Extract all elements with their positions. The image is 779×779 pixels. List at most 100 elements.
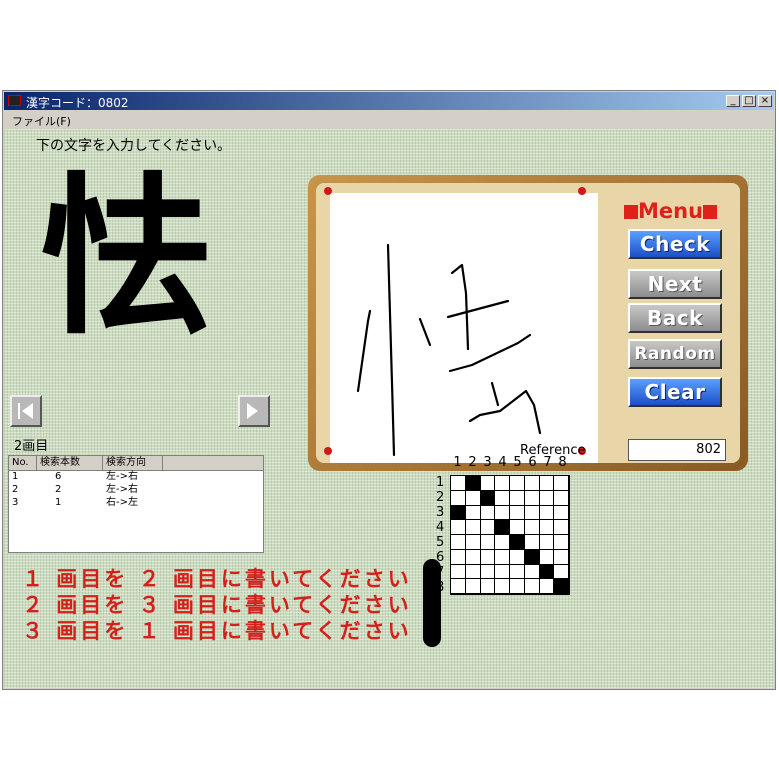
- client-area: 下の文字を入力してください。 怯 Menu Check Next Back Ra…: [4, 129, 774, 688]
- grid-cell: [554, 564, 569, 580]
- grid-row-label: 3: [436, 505, 445, 520]
- grid-cell: [524, 476, 540, 491]
- menu-heading: Menu: [624, 199, 718, 223]
- grid-cell: [480, 564, 496, 580]
- menu-file[interactable]: ファイル(F): [12, 113, 71, 129]
- table-cell: 左->右: [106, 471, 138, 482]
- grid-row-label: 4: [436, 520, 445, 535]
- reference-grid: [450, 475, 570, 595]
- minimize-button[interactable]: _: [726, 95, 740, 107]
- grid-cell: [554, 476, 569, 491]
- board-surface: Menu Check Next Back Random Clear 802: [316, 183, 740, 463]
- grid-cell: [465, 579, 481, 594]
- left-arrow-icon: [18, 403, 33, 419]
- grid-cell: [495, 490, 510, 506]
- grid-cell: [524, 520, 540, 535]
- table-row[interactable]: 3 1 右->左: [9, 497, 263, 510]
- grid-cell: [495, 579, 510, 594]
- grid-row-label: 2: [436, 490, 445, 505]
- grid-cell: [495, 476, 510, 491]
- corner-pin: [578, 187, 586, 195]
- grid-row-label: 5: [436, 535, 445, 550]
- scroll-handle[interactable]: [423, 559, 441, 647]
- grid-cell: [465, 564, 481, 580]
- table-cell: 3: [12, 497, 19, 508]
- grid-cell: [495, 564, 510, 580]
- grid-cell: [510, 490, 525, 506]
- grid-cell: [524, 505, 540, 521]
- grid-cell: [465, 520, 481, 535]
- grid-col-label: 7: [543, 455, 552, 470]
- grid-cell: [539, 579, 555, 594]
- grid-col-label: 6: [528, 455, 537, 470]
- grid-cell: [510, 579, 525, 594]
- handwriting-canvas[interactable]: [330, 193, 598, 463]
- grid-cell: [465, 535, 481, 550]
- app-icon: [8, 95, 21, 106]
- grid-cell: [480, 549, 496, 565]
- random-button[interactable]: Random: [628, 339, 722, 369]
- stroke-table: No. 検索本数 検索方向 1 6 左->右 2 2 左->右 3 1 右->左: [8, 455, 264, 553]
- corner-pin: [324, 187, 332, 195]
- maximize-button[interactable]: □: [742, 95, 756, 107]
- grid-col-label: 8: [558, 455, 567, 470]
- next-page-button[interactable]: [238, 395, 270, 427]
- grid-cell: [495, 505, 510, 521]
- grid-cell: [465, 505, 481, 521]
- grid-row-label: 1: [436, 475, 445, 490]
- grid-cell: [554, 535, 569, 550]
- window-title: 漢字コード：0802: [26, 96, 129, 110]
- grid-cell: [465, 549, 481, 565]
- grid-cell: [539, 549, 555, 565]
- grid-cell: [524, 579, 540, 594]
- grid-cell: [539, 490, 555, 506]
- menu-square-icon: [624, 205, 638, 219]
- grid-cell: [480, 520, 496, 535]
- back-button[interactable]: Back: [628, 303, 722, 333]
- grid-cell: [510, 564, 525, 580]
- grid-cell: [451, 490, 466, 506]
- grid-cell: [465, 490, 481, 506]
- grid-cell: [480, 490, 496, 506]
- grid-col-label: 2: [468, 455, 477, 470]
- grid-cell: [510, 476, 525, 491]
- grid-cell: [539, 564, 555, 580]
- grid-cell: [495, 520, 510, 535]
- handwritten-strokes: [356, 243, 542, 457]
- next-button[interactable]: Next: [628, 269, 722, 299]
- grid-cell: [554, 490, 569, 506]
- grid-cell: [554, 549, 569, 565]
- drawing-board: Menu Check Next Back Random Clear 802: [308, 175, 748, 471]
- grid-col-label: 5: [513, 455, 522, 470]
- check-button[interactable]: Check: [628, 229, 722, 259]
- grid-cell: [554, 579, 569, 594]
- grid-cell: [451, 476, 466, 491]
- stroke-label: 2画目: [14, 439, 49, 454]
- grid-cell: [451, 535, 466, 550]
- grid-cell: [510, 520, 525, 535]
- close-button[interactable]: ×: [758, 95, 772, 107]
- column-header[interactable]: 検索本数: [37, 456, 103, 470]
- grid-cell: [451, 505, 466, 521]
- table-cell: 1: [55, 497, 62, 508]
- column-header[interactable]: No.: [9, 456, 37, 470]
- table-row[interactable]: 1 6 左->右: [9, 471, 263, 484]
- table-row[interactable]: 2 2 左->右: [9, 484, 263, 497]
- app-window: 漢字コード：0802 _ □ × ファイル(F) 下の文字を入力してください。 …: [2, 90, 776, 690]
- grid-cell: [480, 476, 496, 491]
- grid-cell: [451, 549, 466, 565]
- kanji-code-input[interactable]: 802: [628, 439, 726, 461]
- grid-cell: [510, 535, 525, 550]
- grid-cell: [510, 505, 525, 521]
- clear-button[interactable]: Clear: [628, 377, 722, 407]
- grid-cell: [539, 535, 555, 550]
- table-cell: 6: [55, 471, 62, 482]
- prev-button[interactable]: [10, 395, 42, 427]
- grid-cell: [451, 520, 466, 535]
- grid-cell: [554, 520, 569, 535]
- grid-cell: [451, 579, 466, 594]
- grid-cell: [451, 564, 466, 580]
- grid-cell: [539, 520, 555, 535]
- column-header[interactable]: 検索方向: [103, 456, 163, 470]
- grid-cell: [524, 564, 540, 580]
